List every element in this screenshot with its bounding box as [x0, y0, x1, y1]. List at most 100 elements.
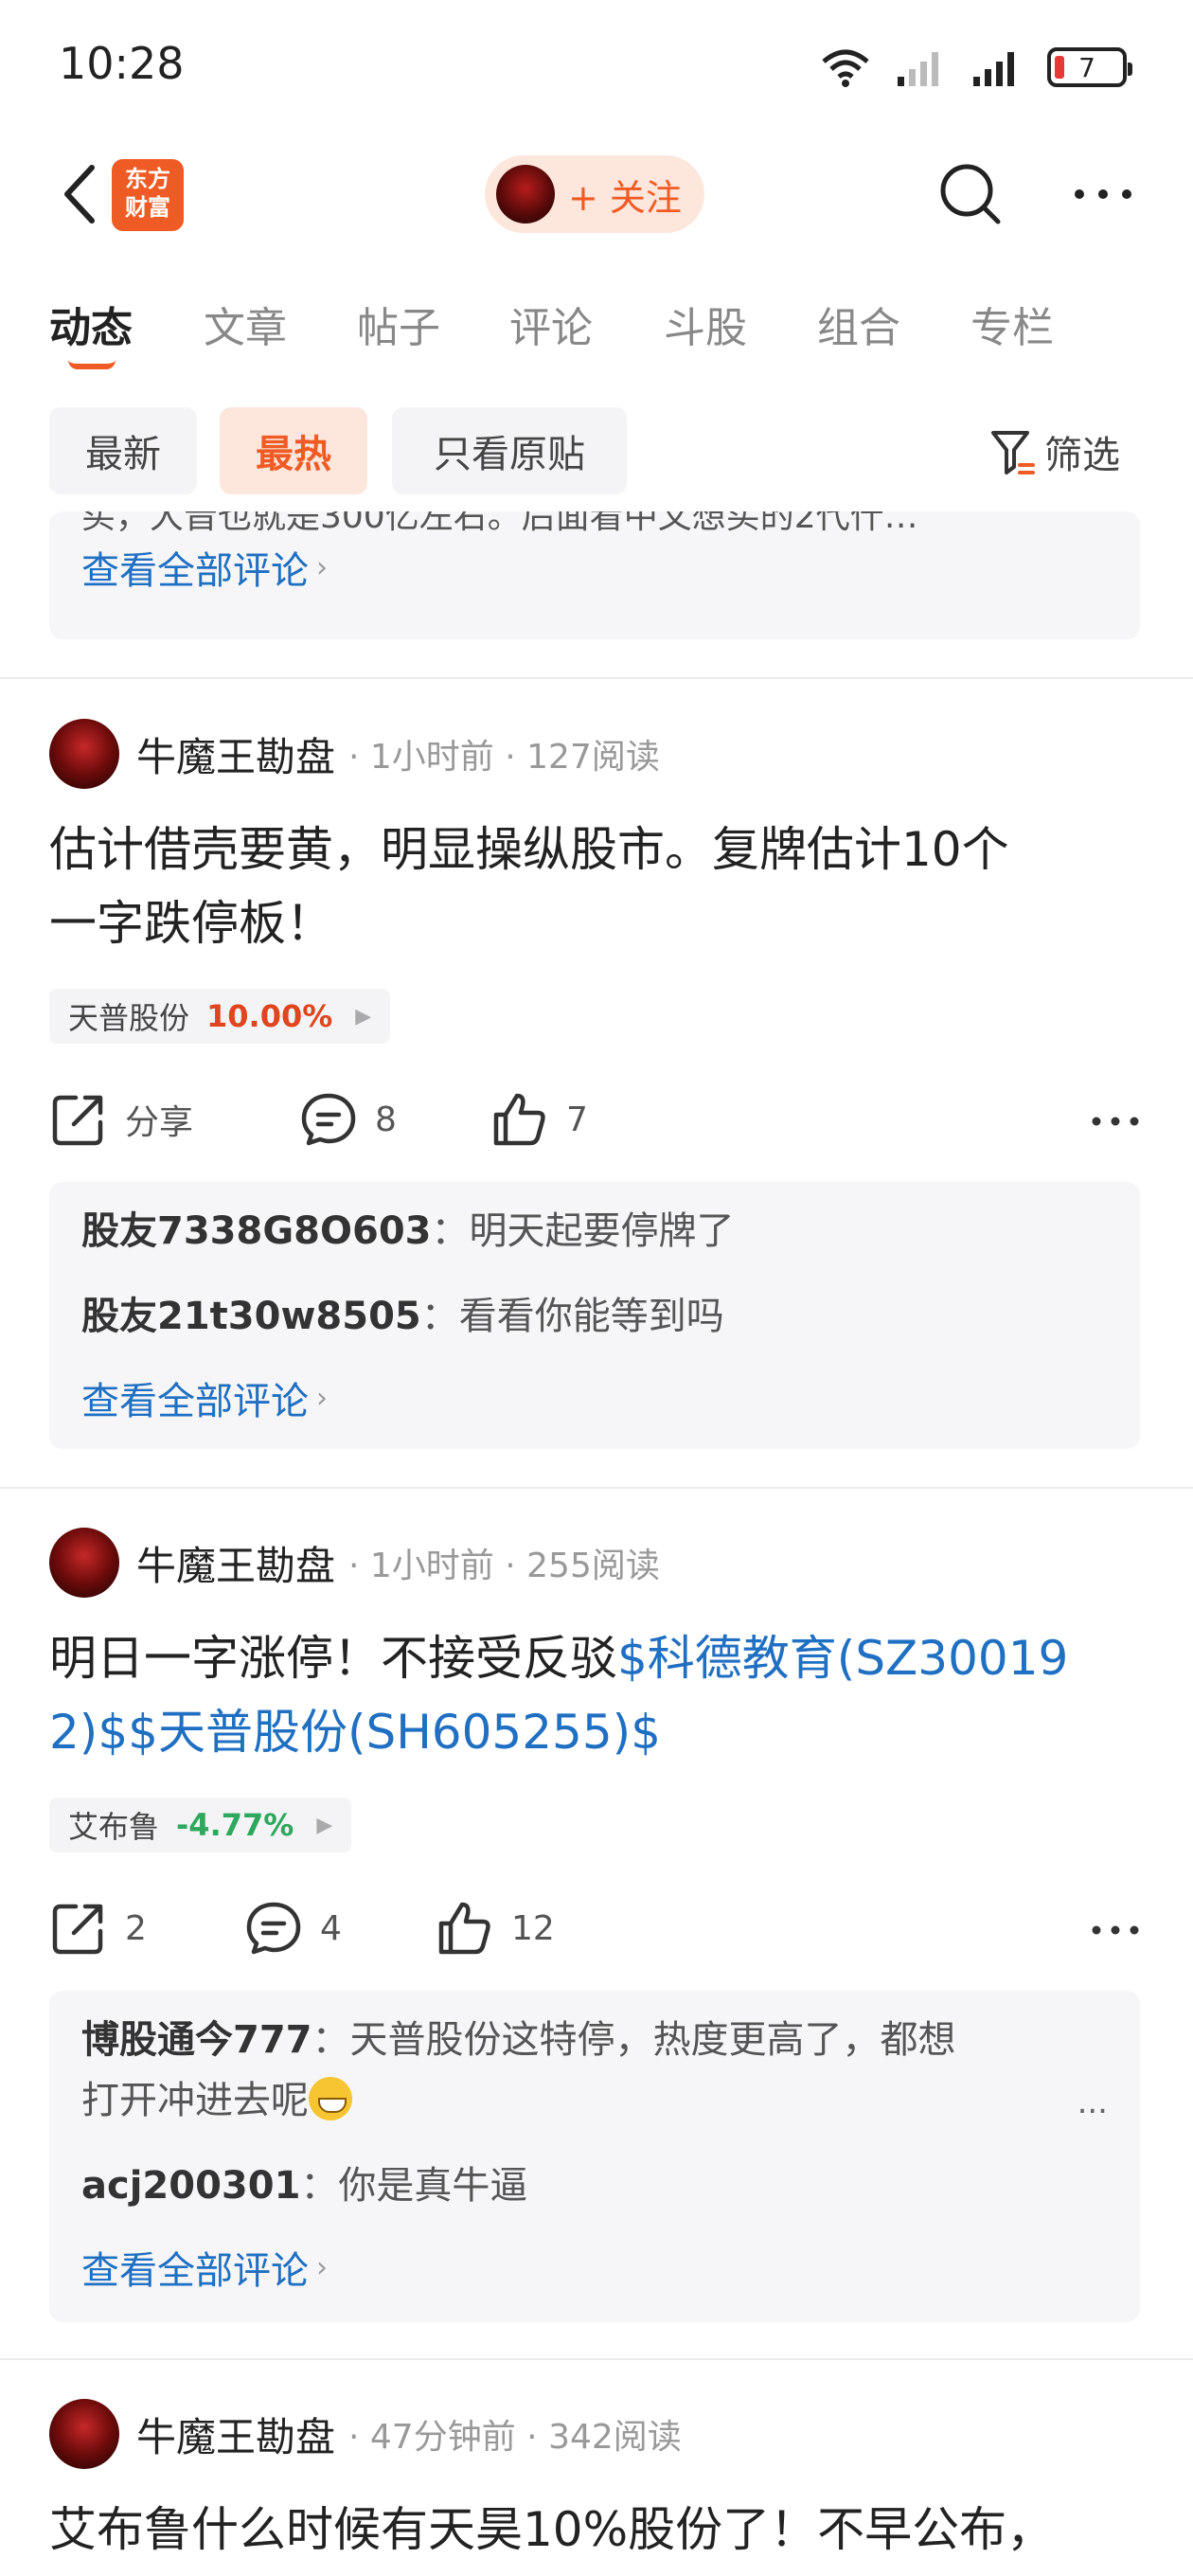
- author-name[interactable]: 牛魔王勘盘: [136, 1534, 335, 1592]
- filter-hottest[interactable]: 最热: [220, 407, 367, 494]
- avatar[interactable]: [49, 2399, 119, 2469]
- comment-item[interactable]: acj200301：你是真牛逼: [81, 2156, 1095, 2216]
- like-button[interactable]: 7: [490, 1083, 588, 1155]
- post-body-line: 艾布鲁什么时候有天昊10%股份了！不早公布，: [49, 2502, 1055, 2557]
- avatar[interactable]: [49, 1528, 119, 1598]
- post-more-button[interactable]: [1087, 1093, 1144, 1150]
- comment-separator: ：: [300, 2164, 339, 2208]
- filter-icon: [991, 431, 1035, 474]
- share-count: 2: [125, 1908, 147, 1948]
- logo-line2: 财富: [125, 194, 170, 221]
- battery-icon: 7: [1047, 47, 1132, 87]
- stock-tag[interactable]: 艾布鲁 -4.77% ▶: [49, 1798, 352, 1852]
- comment-button[interactable]: 8: [299, 1083, 397, 1155]
- post-card[interactable]: 牛魔王勘盘 · 1小时前 · 255阅读 明日一字涨停！不接受反驳$科德教育(S…: [0, 1527, 1193, 2332]
- comment-user: 股友21t30w8505: [81, 1295, 421, 1338]
- caret-right-icon: ▶: [355, 1004, 372, 1029]
- grinning-emoji-icon: [309, 2077, 352, 2120]
- chevron-right-icon: ›: [316, 2250, 328, 2284]
- post-header: 牛魔王勘盘 · 1小时前 · 127阅读: [49, 718, 660, 790]
- share-button[interactable]: 2: [49, 1892, 147, 1964]
- post-actions: 2 4 12: [49, 1892, 1144, 1964]
- post-body-text: 明日一字涨停！不接受反驳: [49, 1631, 617, 1686]
- comment-item[interactable]: 股友7338G8O603：明天起要停牌了: [81, 1201, 1095, 1261]
- comment-user: acj200301: [81, 2164, 301, 2208]
- view-all-comments-link[interactable]: 查看全部评论 ›: [81, 1368, 328, 1428]
- tab-stock-battle[interactable]: 斗股: [664, 294, 747, 354]
- filter-bar: 最新 最热 只看原贴 筛选: [0, 407, 1193, 494]
- post-meta: · 1小时前 · 127阅读: [348, 738, 660, 777]
- post-actions: 分享 8 7: [49, 1083, 1144, 1155]
- author-name[interactable]: 牛魔王勘盘: [136, 2406, 335, 2463]
- tab-active-indicator: [68, 360, 116, 369]
- view-all-label: 查看全部评论: [81, 1380, 309, 1423]
- comment-preview-card: 买，大晋也就是300亿左右。后面看中文想买的2代什… 查看全部评论 ›: [49, 511, 1140, 639]
- view-all-label: 查看全部评论: [81, 2249, 309, 2293]
- comment-preview-card: 博股通今777：天普股份这特停，热度更高了，都想 打开冲进去呢 ... acj2…: [49, 1991, 1140, 2322]
- post-more-button[interactable]: [1087, 1902, 1144, 1959]
- post-body-line: 估计借壳要黄，明显操纵股市。复牌估计10个: [49, 822, 1009, 877]
- comment-text: 看看你能等到吗: [458, 1295, 724, 1338]
- chevron-left-icon: [64, 165, 95, 224]
- view-all-label: 查看全部评论: [81, 549, 309, 593]
- post-reads: 342阅读: [548, 2418, 682, 2457]
- post-meta: · 1小时前 · 255阅读: [348, 1547, 660, 1585]
- comment-item[interactable]: 博股通今777：天普股份这特停，热度更高了，都想 打开冲进去呢: [81, 2010, 1095, 2131]
- like-count: 12: [511, 1908, 555, 1948]
- post-reads: 255阅读: [526, 1547, 660, 1585]
- stock-link[interactable]: $科德教育(SZ30019: [617, 1631, 1068, 1686]
- post-time: 1小时前: [369, 738, 494, 777]
- post-body-line: 一字跌停板！: [49, 896, 333, 951]
- like-count: 7: [566, 1100, 588, 1139]
- comment-separator: ：: [431, 1209, 470, 1253]
- comment-text: 打开冲进去呢: [81, 2079, 309, 2122]
- comment-more-button[interactable]: ...: [1077, 2084, 1108, 2121]
- comment-button[interactable]: 4: [244, 1892, 342, 1964]
- like-button[interactable]: 12: [436, 1892, 555, 1964]
- stock-link[interactable]: 2)$: [49, 1705, 128, 1760]
- more-button[interactable]: [1070, 161, 1136, 227]
- filter-original-only[interactable]: 只看原贴: [392, 407, 627, 494]
- comment-separator: ：: [420, 1295, 459, 1338]
- post-body[interactable]: 明日一字涨停！不接受反驳$科德教育(SZ30019 2)$$天普股份(SH605…: [49, 1621, 1148, 1769]
- comment-user: 博股通今777: [81, 2018, 312, 2062]
- filter-latest[interactable]: 最新: [49, 407, 197, 494]
- post-body[interactable]: 艾布鲁什么时候有天昊10%股份了！不早公布，: [49, 2493, 1148, 2567]
- caret-right-icon: ▶: [316, 1813, 333, 1837]
- stock-tag[interactable]: 天普股份 10.00% ▶: [49, 989, 391, 1044]
- post-card[interactable]: 牛魔王勘盘 · 1小时前 · 127阅读 估计借壳要黄，明显操纵股市。复牌估计1…: [0, 718, 1193, 1476]
- tab-comments[interactable]: 评论: [509, 294, 593, 354]
- post-card[interactable]: 牛魔王勘盘 · 47分钟前 · 342阅读 艾布鲁什么时候有天昊10%股份了！不…: [0, 2398, 1193, 2576]
- follow-button[interactable]: + 关注: [485, 155, 704, 233]
- stock-change: 10.00%: [206, 998, 333, 1034]
- wifi-icon: [822, 49, 869, 87]
- tab-articles[interactable]: 文章: [204, 294, 287, 354]
- comment-count: 4: [320, 1908, 342, 1948]
- comment-item[interactable]: 股友21t30w8505：看看你能等到吗: [81, 1286, 1095, 1347]
- signal-icon-2: [973, 52, 1014, 86]
- view-all-comments-link[interactable]: 查看全部评论 ›: [81, 2237, 328, 2298]
- tab-posts[interactable]: 帖子: [357, 294, 440, 354]
- avatar[interactable]: [49, 719, 119, 789]
- comment-user: 股友7338G8O603: [81, 1209, 432, 1253]
- tab-dynamic[interactable]: 动态: [49, 294, 133, 354]
- tab-portfolio[interactable]: 组合: [817, 294, 900, 354]
- chevron-right-icon: ›: [316, 1381, 328, 1415]
- view-all-comments-link[interactable]: 查看全部评论 ›: [81, 540, 328, 595]
- more-icon: [1075, 189, 1131, 199]
- author-name[interactable]: 牛魔王勘盘: [136, 725, 335, 783]
- search-button[interactable]: [937, 161, 1004, 227]
- app-logo[interactable]: 东方 财富: [112, 159, 184, 231]
- follow-label: + 关注: [568, 176, 682, 219]
- share-button[interactable]: 分享: [49, 1083, 193, 1155]
- comment-icon: [246, 1902, 301, 1955]
- stock-link[interactable]: $天普股份(SH605255)$: [128, 1705, 661, 1760]
- comment-icon: [301, 1093, 356, 1146]
- comment-text: 你是真牛逼: [338, 2164, 528, 2208]
- post-body-line: 2)$$天普股份(SH605255)$: [49, 1695, 1148, 1769]
- thumbs-up-icon: [438, 1902, 490, 1955]
- tab-column[interactable]: 专栏: [970, 294, 1054, 354]
- post-body[interactable]: 估计借壳要黄，明显操纵股市。复牌估计10个 一字跌停板！: [49, 813, 1148, 960]
- back-button[interactable]: [47, 161, 114, 227]
- filter-button[interactable]: 筛选: [989, 419, 1120, 485]
